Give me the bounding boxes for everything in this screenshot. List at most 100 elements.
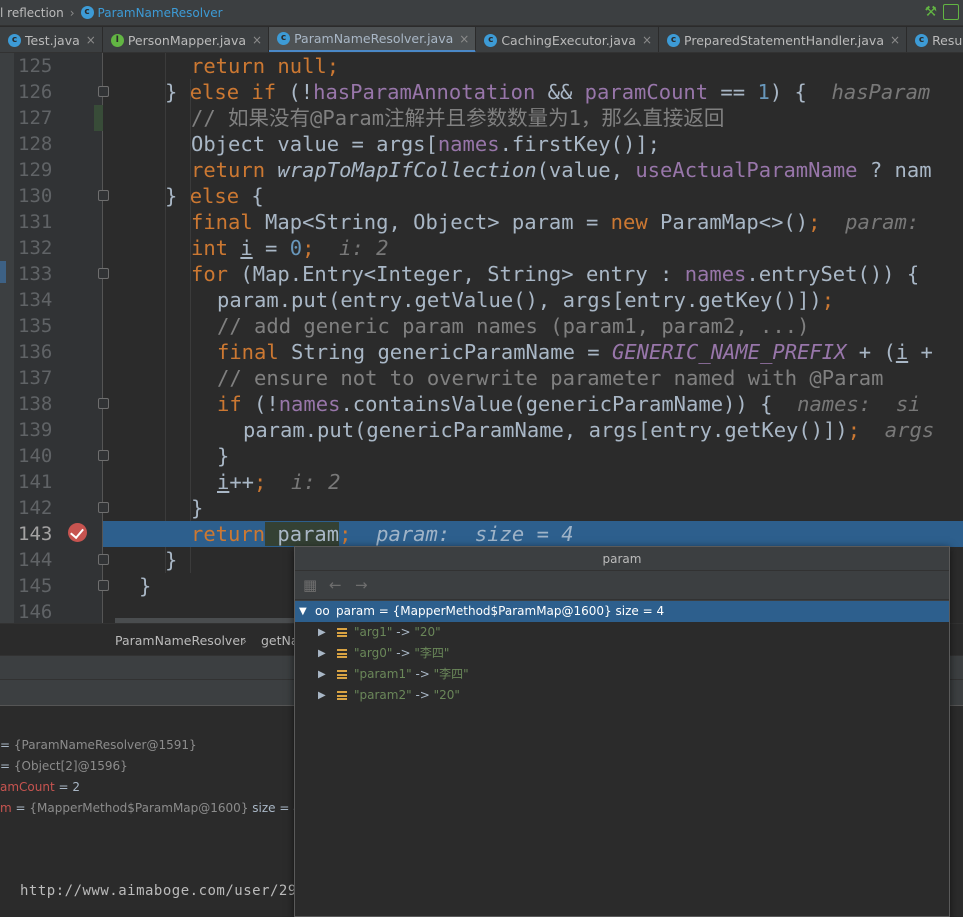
line-number: 133 — [18, 263, 53, 285]
line-number: 140 — [18, 445, 53, 467]
close-icon[interactable]: × — [890, 33, 900, 47]
variable-tree: ▼ oo param = {MapperMethod$ParamMap@1600… — [295, 601, 949, 916]
breadcrumb-item[interactable]: getNa — [261, 633, 299, 648]
chevron-right-icon: › — [69, 5, 75, 20]
tab-label: ResultSet — [932, 32, 963, 48]
interface-icon: I — [110, 33, 124, 47]
tree-entry-row[interactable]: ▶ "param2" -> "20" — [295, 685, 949, 706]
expand-down-icon[interactable]: ▼ — [299, 601, 307, 622]
breadcrumb-item[interactable]: ParamNameResolver — [115, 633, 245, 648]
code-line: return wrapToMapIfCollection(value, useA… — [191, 158, 932, 182]
tab-preparedstatementhandler-java[interactable]: c PreparedStatementHandler.java × — [659, 27, 908, 52]
code-line: int i = 0; i: 2 — [191, 236, 389, 260]
tab-personmapper-java[interactable]: I PersonMapper.java × — [103, 27, 270, 52]
tree-root-row[interactable]: ▼ oo param = {MapperMethod$ParamMap@1600… — [295, 601, 949, 622]
structure-strip — [0, 53, 14, 623]
line-number: 129 — [18, 159, 53, 181]
variable-row[interactable]: = {Object[2]@1596} — [0, 759, 128, 773]
nav-crumb-class[interactable]: c ParamNameResolver — [80, 5, 223, 20]
line-number: 137 — [18, 367, 53, 389]
code-line: for (Map.Entry<Integer, String> entry : … — [191, 262, 920, 286]
line-number: 132 — [18, 237, 53, 259]
close-icon[interactable]: × — [459, 32, 469, 46]
expand-right-icon[interactable]: ▶ — [318, 685, 326, 706]
tab-paramnameresolver-java[interactable]: c ParamNameResolver.java × — [269, 27, 477, 52]
class-icon: c — [8, 33, 21, 47]
code-line-execution-point: return param; param: size = 4 — [103, 521, 963, 547]
tab-label: CachingExecutor.java — [501, 32, 636, 48]
code-line: final Map<String, Object> param = new Pa… — [191, 210, 920, 234]
map-entry-icon — [337, 691, 347, 700]
layout-icon[interactable] — [943, 4, 959, 20]
line-number: 128 — [18, 133, 53, 155]
tree-entry-row[interactable]: ▶ "param1" -> "李四" — [295, 664, 949, 685]
code-line: param.put(genericParamName, args[entry.g… — [243, 418, 935, 442]
popup-title: param — [295, 547, 949, 571]
close-icon[interactable]: × — [642, 33, 652, 47]
line-number: 131 — [18, 211, 53, 233]
editor-gutter[interactable]: 125 126 127 128 129 130 131 132 133 134 … — [0, 53, 109, 623]
tab-test-java[interactable]: c Test.java × — [0, 27, 103, 52]
variable-row[interactable]: m = {MapperMethod$ParamMap@1600} size = … — [0, 801, 301, 815]
variable-row[interactable]: = {ParamNameResolver@1591} — [0, 738, 197, 752]
code-editor[interactable]: 125 126 127 128 129 130 131 132 133 134 … — [0, 53, 963, 623]
line-number: 135 — [18, 315, 53, 337]
line-number: 126 — [18, 81, 53, 103]
variable-row[interactable]: amCount = 2 — [0, 780, 80, 794]
vcs-change-marker[interactable] — [94, 105, 103, 131]
nav-crumb-label: ParamNameResolver — [97, 5, 223, 20]
code-line: Object value = args[names.firstKey()]; — [191, 132, 661, 156]
code-line: // 如果没有@Param注解并且参数数量为1，那么直接返回 — [191, 106, 725, 130]
forward-arrow-icon[interactable]: → — [355, 576, 368, 594]
tab-label: ParamNameResolver.java — [294, 31, 454, 46]
line-number: 142 — [18, 497, 53, 519]
code-line: } — [217, 444, 230, 468]
popup-toolbar: ▦ ← → — [295, 572, 949, 600]
close-icon[interactable]: × — [252, 33, 262, 47]
line-number: 141 — [18, 471, 53, 493]
watermark-url: http://www.aimaboge.com/user/29 — [20, 883, 297, 899]
class-icon: c — [667, 33, 681, 47]
expand-right-icon[interactable]: ▶ — [318, 643, 326, 664]
line-number: 138 — [18, 393, 53, 415]
line-number: 145 — [18, 575, 53, 597]
expand-right-icon[interactable]: ▶ — [318, 622, 326, 643]
code-line: param.put(entry.getValue(), args[entry.g… — [217, 288, 835, 312]
chevron-right-icon: › — [242, 633, 247, 648]
code-line: } else if (!hasParamAnnotation && paramC… — [165, 80, 931, 104]
map-entry-icon — [337, 670, 347, 679]
code-line: return null; — [191, 54, 340, 78]
class-icon: c — [80, 6, 94, 19]
code-line: } — [191, 496, 204, 520]
breakpoint-icon[interactable] — [68, 523, 87, 542]
code-line: // add generic param names (param1, para… — [217, 314, 810, 338]
tab-resultset[interactable]: c ResultSet — [907, 27, 963, 52]
code-area[interactable]: return null; } else if (!hasParamAnnotat… — [103, 53, 963, 623]
map-entry-icon — [337, 649, 347, 658]
watch-glasses-icon: oo — [315, 604, 330, 618]
class-icon: c — [484, 33, 498, 47]
editor-tabs: c Test.java × I PersonMapper.java × c Pa… — [0, 27, 963, 53]
nav-crumb-package[interactable]: l reflection — [0, 6, 64, 20]
line-number-current: 143 — [18, 523, 53, 545]
watch-icon[interactable]: ▦ — [303, 576, 317, 594]
close-icon[interactable]: × — [86, 33, 96, 47]
tree-entry-row[interactable]: ▶ "arg0" -> "李四" — [295, 643, 949, 664]
tab-label: Test.java — [25, 32, 80, 48]
tree-entry-row[interactable]: ▶ "arg1" -> "20" — [295, 622, 949, 643]
code-line: i++; i: 2 — [217, 470, 341, 494]
expand-right-icon[interactable]: ▶ — [318, 664, 326, 685]
class-icon: c — [915, 33, 929, 47]
variable-popup[interactable]: param ▦ ← → ▼ oo param = {MapperMethod$P… — [294, 546, 950, 917]
navigation-bar: l reflection › c ParamNameResolver ⚒ — [0, 0, 963, 26]
line-number: 144 — [18, 549, 53, 571]
class-icon: c — [277, 32, 291, 45]
code-line: final String genericParamName = GENERIC_… — [217, 340, 933, 364]
tab-cachingexecutor-java[interactable]: c CachingExecutor.java × — [476, 27, 660, 52]
back-arrow-icon[interactable]: ← — [329, 576, 342, 594]
line-number: 139 — [18, 419, 53, 441]
hammer-build-icon[interactable]: ⚒ — [924, 4, 937, 20]
map-entry-icon — [337, 628, 347, 637]
tree-root-label: param = {MapperMethod$ParamMap@1600} siz… — [336, 604, 665, 618]
tab-label: PreparedStatementHandler.java — [684, 32, 884, 48]
